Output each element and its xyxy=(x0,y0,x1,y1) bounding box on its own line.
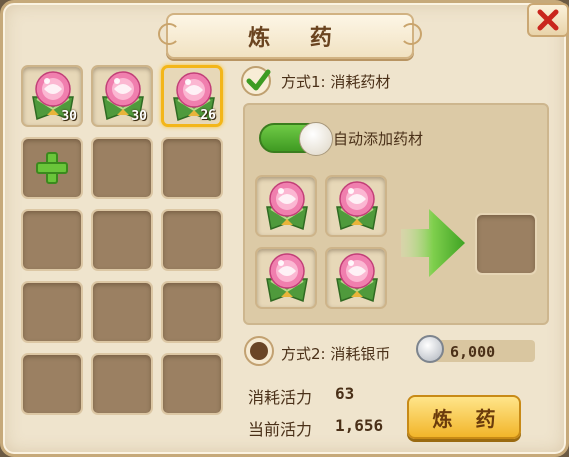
green-arrow-right-icon xyxy=(401,209,465,277)
method1-checkbox[interactable] xyxy=(241,66,271,96)
pink-pill-herb-icon xyxy=(266,253,308,302)
inventory-slot-empty[interactable] xyxy=(91,209,153,271)
close-button[interactable] xyxy=(527,3,569,37)
coin-cost-value: 6,000 xyxy=(450,343,496,361)
plus-icon xyxy=(36,152,68,184)
result-slot[interactable] xyxy=(475,213,537,275)
consume-vitality-label: 消耗活力 xyxy=(248,388,313,407)
scroll-ornament-left xyxy=(158,23,180,45)
auto-add-label: 自动添加药材 xyxy=(333,130,424,148)
current-vitality-label: 当前活力 xyxy=(248,420,313,439)
inventory-slot-empty[interactable] xyxy=(161,137,223,199)
consume-vitality-value: 63 xyxy=(335,384,355,403)
ingredient-slot[interactable] xyxy=(325,175,387,237)
refine-button[interactable]: 炼 药 xyxy=(407,395,521,439)
inventory-slot-empty[interactable] xyxy=(91,137,153,199)
inventory-slot[interactable]: 30 xyxy=(91,65,153,127)
inventory-slot-empty[interactable] xyxy=(21,281,83,343)
title-plate: 炼 药 xyxy=(158,13,422,59)
pink-pill-herb-icon xyxy=(336,181,378,230)
inventory-slot[interactable]: 30 xyxy=(21,65,83,127)
inventory-slot-empty[interactable] xyxy=(21,353,83,415)
ingredient-slot[interactable] xyxy=(255,247,317,309)
close-x-icon xyxy=(537,9,559,31)
add-slot-button[interactable] xyxy=(21,137,83,199)
pink-pill-herb-icon xyxy=(266,181,308,230)
scroll-ornament-right xyxy=(400,23,422,45)
inventory-slot-empty[interactable] xyxy=(161,209,223,271)
inventory-slot-empty[interactable] xyxy=(21,209,83,271)
inventory-slot-empty[interactable] xyxy=(91,353,153,415)
auto-add-toggle[interactable] xyxy=(259,122,333,156)
inventory-slot-empty[interactable] xyxy=(161,353,223,415)
inventory-slot-empty[interactable] xyxy=(91,281,153,343)
item-count: 26 xyxy=(200,108,216,123)
item-count: 30 xyxy=(61,109,77,124)
inventory-slot-empty[interactable] xyxy=(161,281,223,343)
ingredient-slot[interactable] xyxy=(255,175,317,237)
method2-radio[interactable] xyxy=(244,336,274,366)
checkmark-icon xyxy=(246,69,271,91)
inventory-slot-selected[interactable]: 26 xyxy=(161,65,223,127)
ingredient-slot[interactable] xyxy=(325,247,387,309)
method2-label: 方式2: 消耗银币 xyxy=(281,345,391,363)
pink-pill-herb-icon xyxy=(336,253,378,302)
method1-label: 方式1: 消耗药材 xyxy=(281,73,391,91)
toggle-knob xyxy=(299,122,333,156)
alchemy-window: 炼 药 30 30 26 方式1: 消耗药材 自动添加药材 方式2: 消耗银币 … xyxy=(0,0,569,457)
window-title: 炼 药 xyxy=(248,26,348,51)
item-count: 30 xyxy=(131,109,147,124)
silver-coin-icon xyxy=(416,335,444,363)
current-vitality-value: 1,656 xyxy=(335,416,384,435)
